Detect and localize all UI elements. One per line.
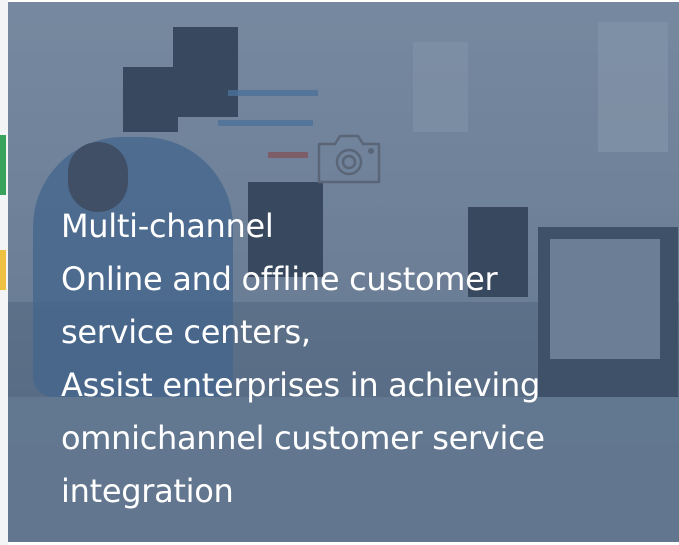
left-edge-strip: [0, 135, 6, 195]
banner-line: Online and offline customer: [61, 260, 498, 298]
banner-line: omnichannel customer service: [61, 419, 545, 457]
banner-line: integration: [61, 472, 234, 510]
left-edge-strip: [0, 250, 6, 290]
promo-card[interactable]: Multi-channel Online and offline custome…: [8, 2, 679, 542]
camera-icon: [317, 134, 381, 184]
banner-line: service centers,: [61, 313, 311, 351]
left-edge-fragment: [0, 0, 8, 545]
banner-text: Multi-channel Online and offline custome…: [61, 200, 661, 518]
banner-line: Assist enterprises in achieving: [61, 366, 540, 404]
banner-line: Multi-channel: [61, 207, 274, 245]
